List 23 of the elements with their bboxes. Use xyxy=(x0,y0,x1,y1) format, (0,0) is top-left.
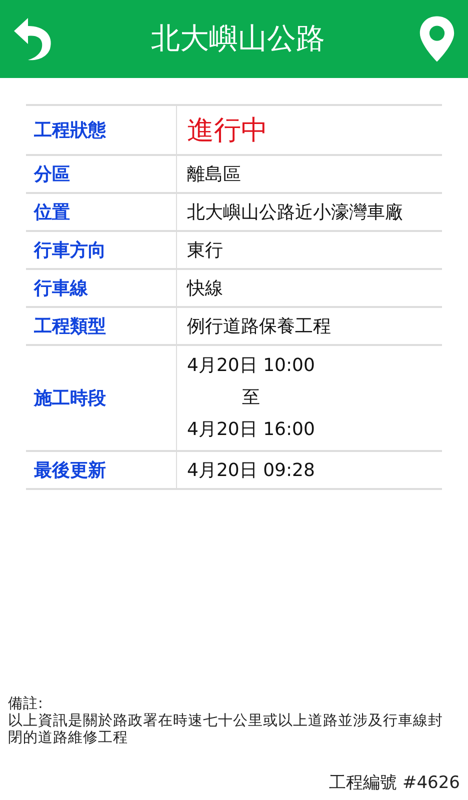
map-pin-icon[interactable] xyxy=(418,14,456,64)
separator-text: 至 xyxy=(241,386,261,410)
field-value: 東行 xyxy=(187,240,223,261)
field-label: 分區 xyxy=(34,164,70,185)
status-value: 進行中 xyxy=(187,115,268,146)
start-time: 4月20日 10:00 xyxy=(187,354,316,378)
project-number: 工程編號 #4626 xyxy=(329,772,460,794)
field-label: 行車線 xyxy=(34,278,88,299)
note-text: 以上資訊是關於路政署在時速七十公里或以上道路並涉及行車線封閉的道路維修工程 xyxy=(8,713,444,747)
field-value: 快線 xyxy=(187,278,223,299)
field-label: 工程狀態 xyxy=(34,120,106,141)
note-heading: 備註: xyxy=(8,696,44,713)
field-label: 工程類型 xyxy=(34,316,106,337)
field-label: 位置 xyxy=(34,202,70,223)
field-label: 行車方向 xyxy=(34,240,106,261)
page-title: 北大嶼山公路 xyxy=(151,20,325,57)
field-value: 北大嶼山公路近小濠灣車廠 xyxy=(187,202,403,223)
field-value: 4月20日 09:28 xyxy=(187,460,315,481)
field-label: 施工時段 xyxy=(34,388,106,409)
field-value: 例行道路保養工程 xyxy=(187,316,331,337)
end-time: 4月20日 16:00 xyxy=(187,418,316,442)
field-value: 離島區 xyxy=(187,164,241,185)
field-label: 最後更新 xyxy=(34,460,106,481)
